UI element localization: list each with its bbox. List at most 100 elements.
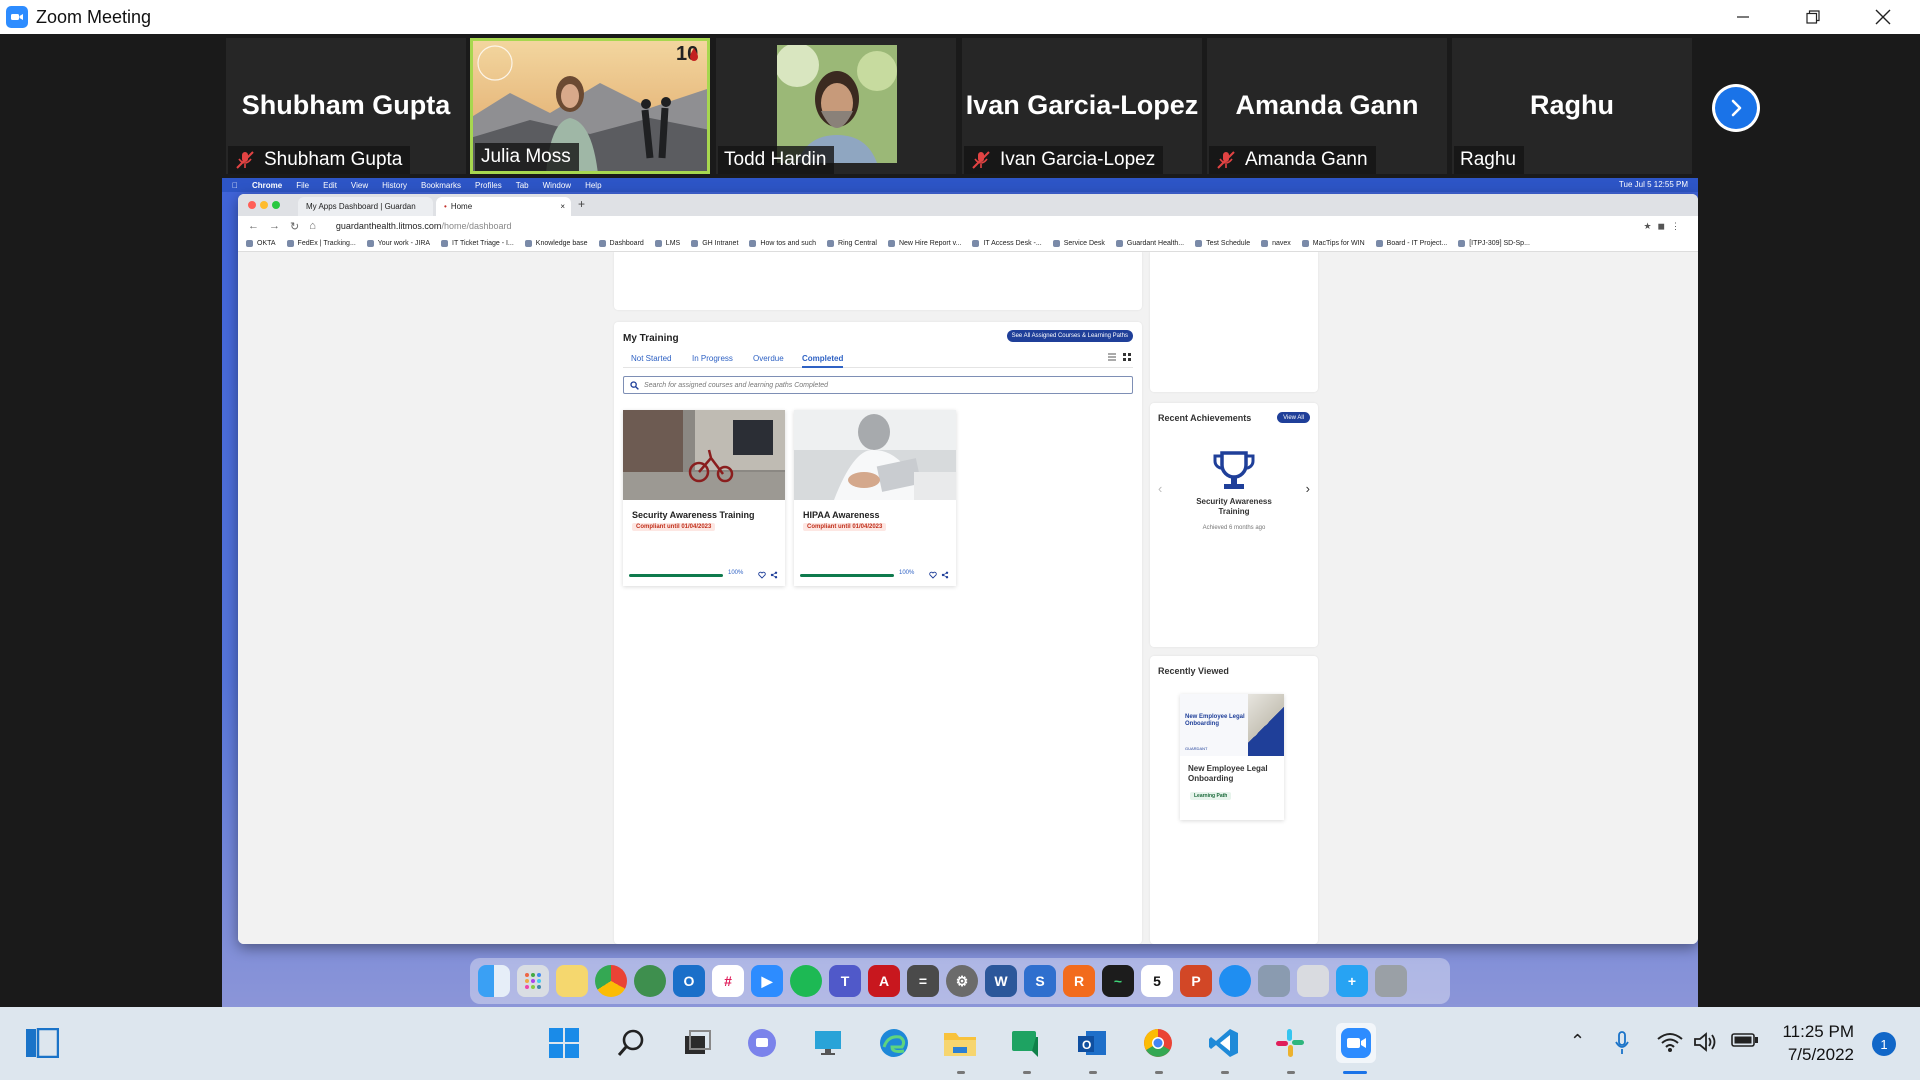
participant-tile-active-speaker[interactable]: 10 Julia Moss xyxy=(470,38,710,174)
notes-icon[interactable] xyxy=(556,965,588,997)
heart-icon[interactable] xyxy=(929,571,937,579)
participant-tile[interactable]: Amanda Gann Amanda Gann xyxy=(1207,38,1447,174)
restore-button[interactable] xyxy=(1778,0,1848,34)
menu-item-help[interactable]: Help xyxy=(585,181,601,190)
menu-item-profiles[interactable]: Profiles xyxy=(475,181,502,190)
zoom-taskbar-icon[interactable] xyxy=(1336,1023,1376,1063)
acrobat-icon[interactable]: A xyxy=(868,965,900,997)
slack-taskbar-icon[interactable] xyxy=(1270,1023,1310,1063)
url-field[interactable]: guardanthealth.litmos.com/home/dashboard xyxy=(336,221,512,231)
outlook-icon[interactable]: O xyxy=(673,965,705,997)
volume-icon[interactable] xyxy=(1693,1031,1719,1058)
grid-view-icon[interactable] xyxy=(1122,352,1132,362)
course-card[interactable]: HIPAA Awareness Compliant until 01/04/20… xyxy=(794,410,956,586)
bookmark-item[interactable]: IT Access Desk -... xyxy=(972,240,1042,247)
course-card[interactable]: Security Awareness Training Compliant un… xyxy=(623,410,785,586)
documents-icon[interactable] xyxy=(1297,965,1329,997)
finder-icon[interactable] xyxy=(478,965,510,997)
window-zoom-dot[interactable] xyxy=(272,201,280,209)
spotify-icon[interactable] xyxy=(790,965,822,997)
participant-tile[interactable]: Ivan Garcia-Lopez Ivan Garcia-Lopez xyxy=(962,38,1202,174)
microphone-icon[interactable] xyxy=(1614,1031,1630,1060)
apple-icon[interactable]:  xyxy=(232,181,238,190)
bookmark-item[interactable]: Service Desk xyxy=(1052,240,1105,247)
browser-toolbar-icons[interactable]: ★◼⋮ xyxy=(1643,221,1686,232)
edge-icon[interactable] xyxy=(874,1023,914,1063)
slack-icon[interactable]: # xyxy=(712,965,744,997)
screenshot-icon[interactable]: + xyxy=(1336,965,1368,997)
window-close-dot[interactable] xyxy=(248,201,256,209)
bookmark-item[interactable]: How tos and such xyxy=(749,240,816,247)
system-clock[interactable]: 11:25 PM 7/5/2022 xyxy=(1782,1021,1854,1067)
menu-item-file[interactable]: File xyxy=(296,181,309,190)
carousel-prev-icon[interactable]: ‹ xyxy=(1158,481,1162,496)
powerpoint-icon[interactable]: P xyxy=(1180,965,1212,997)
bookmark-item[interactable]: GH Intranet xyxy=(691,240,738,247)
browser-tab-active[interactable]: • Home × xyxy=(436,197,571,216)
participant-tile[interactable]: Raghu Raghu xyxy=(1452,38,1692,174)
chevron-up-icon[interactable]: ⌃ xyxy=(1570,1031,1585,1052)
remote-desktop-icon[interactable] xyxy=(808,1023,848,1063)
new-tab-icon[interactable]: + xyxy=(578,197,585,211)
bookmark-item[interactable]: IT Ticket Triage - I... xyxy=(441,240,514,247)
calculator-icon[interactable]: = xyxy=(907,965,939,997)
menu-item-window[interactable]: Window xyxy=(543,181,571,190)
bookmark-item[interactable]: Board - IT Project... xyxy=(1375,240,1447,247)
menu-item-bookmarks[interactable]: Bookmarks xyxy=(421,181,461,190)
safari-icon[interactable] xyxy=(1219,965,1251,997)
participant-tile[interactable]: Shubham Gupta Shubham Gupta xyxy=(226,38,466,174)
recently-viewed-item[interactable]: New Employee Legal Onboarding GUARDANT N… xyxy=(1180,694,1284,820)
bookmark-item[interactable]: Your work - JIRA xyxy=(366,240,430,247)
bookmark-item[interactable]: navex xyxy=(1261,240,1291,247)
launchpad-icon[interactable] xyxy=(517,965,549,997)
vscode-icon[interactable] xyxy=(1204,1023,1244,1063)
wifi-icon[interactable] xyxy=(1657,1031,1683,1058)
search-icon[interactable] xyxy=(611,1023,651,1063)
bookmark-item[interactable]: LMS xyxy=(654,240,680,247)
menu-item-app[interactable]: Chrome xyxy=(252,181,282,190)
activity-monitor-icon[interactable]: ~ xyxy=(1102,965,1134,997)
tab-not-started[interactable]: Not Started xyxy=(631,354,671,363)
r-app-icon[interactable]: R xyxy=(1063,965,1095,997)
carousel-next-icon[interactable]: › xyxy=(1306,481,1310,496)
calendar-icon[interactable]: 5 xyxy=(1141,965,1173,997)
forward-icon[interactable]: → xyxy=(269,220,280,232)
list-view-icon[interactable] xyxy=(1107,352,1117,362)
bookmark-item[interactable]: OKTA xyxy=(246,240,276,247)
reload-icon[interactable]: ↻ xyxy=(290,220,299,233)
back-icon[interactable]: ← xyxy=(248,220,259,232)
bookmark-item[interactable]: Dashboard xyxy=(598,240,644,247)
participant-tile[interactable]: Todd Hardin xyxy=(716,38,956,174)
next-participants-button[interactable] xyxy=(1712,84,1760,132)
start-icon[interactable] xyxy=(544,1023,584,1063)
chrome-taskbar-icon[interactable] xyxy=(1138,1023,1178,1063)
bookmark-item[interactable]: Ring Central xyxy=(827,240,877,247)
heart-icon[interactable] xyxy=(758,571,766,579)
battery-icon[interactable] xyxy=(1731,1031,1759,1054)
chrome-icon[interactable] xyxy=(595,965,627,997)
globe-icon[interactable] xyxy=(634,965,666,997)
tab-completed[interactable]: Completed xyxy=(802,354,844,368)
teams-icon[interactable]: T xyxy=(829,965,861,997)
bookmark-item[interactable]: New Hire Report v... xyxy=(887,240,961,247)
task-view-icon[interactable] xyxy=(22,1023,62,1063)
task-switcher-icon[interactable] xyxy=(677,1023,717,1063)
browser-tab[interactable]: My Apps Dashboard | Guardan xyxy=(298,197,433,216)
screen-sharing-icon[interactable] xyxy=(1258,965,1290,997)
s-app-icon[interactable]: S xyxy=(1024,965,1056,997)
bookmark-item[interactable]: [ITPJ-309] SD-Sp... xyxy=(1458,240,1530,247)
menu-item-view[interactable]: View xyxy=(351,181,368,190)
menu-item-history[interactable]: History xyxy=(382,181,407,190)
window-minimize-dot[interactable] xyxy=(260,201,268,209)
close-tab-icon[interactable]: × xyxy=(560,202,565,211)
settings-icon[interactable]: ⚙ xyxy=(946,965,978,997)
minimize-button[interactable] xyxy=(1708,0,1778,34)
tab-overdue[interactable]: Overdue xyxy=(753,354,784,363)
teams-chat-icon[interactable] xyxy=(742,1023,782,1063)
word-icon[interactable]: W xyxy=(985,965,1017,997)
share-icon[interactable] xyxy=(770,571,778,579)
bookmark-item[interactable]: FedEx | Tracking... xyxy=(286,240,356,247)
bookmark-item[interactable]: Test Schedule xyxy=(1195,240,1250,247)
google-chat-icon[interactable] xyxy=(1006,1023,1046,1063)
menu-item-tab[interactable]: Tab xyxy=(516,181,529,190)
